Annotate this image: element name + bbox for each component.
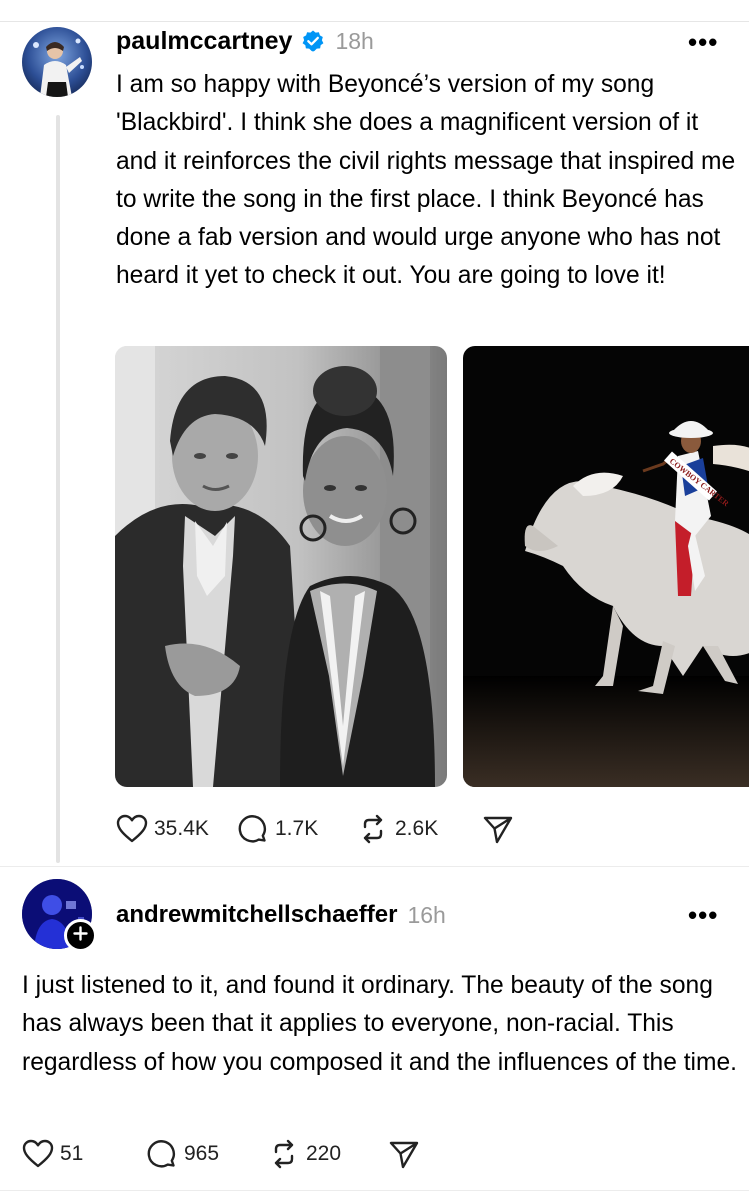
more-options-icon[interactable]: ••• [688, 27, 718, 58]
share-button[interactable] [482, 812, 514, 846]
post-divider [0, 866, 749, 867]
reply-button[interactable]: 965 [146, 1137, 219, 1171]
post-body: I am so happy with Beyoncé’s version of … [116, 71, 736, 290]
post-image-mccartney-beyonce[interactable] [115, 346, 447, 787]
post-image-cowboy-carter-album[interactable]: COWBOY CARTER [463, 346, 749, 787]
repost-icon [357, 813, 389, 845]
username[interactable]: paulmccartney [116, 27, 292, 56]
repost-icon [268, 1138, 300, 1170]
heart-icon [116, 814, 148, 844]
post-header: paulmccartney 18h [116, 26, 374, 56]
send-icon [482, 813, 514, 845]
reply-header: andrewmitchellschaeffer 16h [116, 900, 446, 930]
repost-button[interactable]: 2.6K [357, 812, 438, 846]
thread-line [56, 115, 60, 863]
reply-button[interactable]: 1.7K [237, 812, 318, 846]
repost-count: 2.6K [395, 817, 439, 840]
repost-button[interactable]: 220 [268, 1137, 341, 1171]
verified-badge-icon [301, 29, 325, 53]
post-time: 18h [335, 27, 374, 54]
reply-time: 16h [407, 901, 446, 928]
reply-count: 1.7K [275, 817, 319, 840]
send-icon [388, 1138, 420, 1170]
like-count: 35.4K [154, 817, 209, 840]
plus-icon [73, 925, 88, 946]
username[interactable]: andrewmitchellschaeffer [116, 901, 397, 929]
reply-body: I just listened to it, and found it ordi… [22, 972, 737, 1076]
like-count: 51 [60, 1142, 84, 1165]
top-divider [0, 21, 749, 22]
more-options-icon[interactable]: ••• [688, 900, 718, 931]
bottom-divider [0, 1190, 749, 1191]
reply-count: 965 [184, 1142, 220, 1165]
like-button[interactable]: 51 [22, 1137, 83, 1171]
comment-icon [237, 813, 269, 845]
share-button[interactable] [388, 1137, 420, 1171]
like-button[interactable]: 35.4K [116, 812, 209, 846]
comment-icon [146, 1138, 178, 1170]
avatar[interactable] [22, 27, 92, 97]
follow-button[interactable] [64, 919, 97, 952]
repost-count: 220 [306, 1142, 342, 1165]
heart-icon [22, 1139, 54, 1169]
